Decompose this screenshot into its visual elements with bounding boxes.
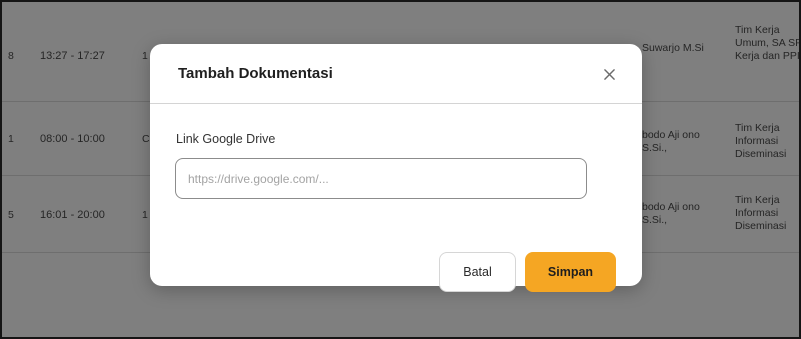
app-frame: 8 13:27 - 17:27 1 Suwarjo M.Si Tim Kerja… <box>0 0 801 339</box>
close-button[interactable] <box>598 63 620 85</box>
dialog-header: Tambah Dokumentasi <box>150 44 642 104</box>
save-button[interactable]: Simpan <box>525 252 616 292</box>
dialog-title: Tambah Dokumentasi <box>178 65 333 82</box>
google-drive-link-label: Link Google Drive <box>176 132 276 146</box>
google-drive-link-input[interactable] <box>175 158 587 199</box>
close-icon <box>603 68 615 80</box>
cancel-button[interactable]: Batal <box>439 252 516 292</box>
add-documentation-dialog: Tambah Dokumentasi Link Google Drive Bat… <box>150 44 642 292</box>
